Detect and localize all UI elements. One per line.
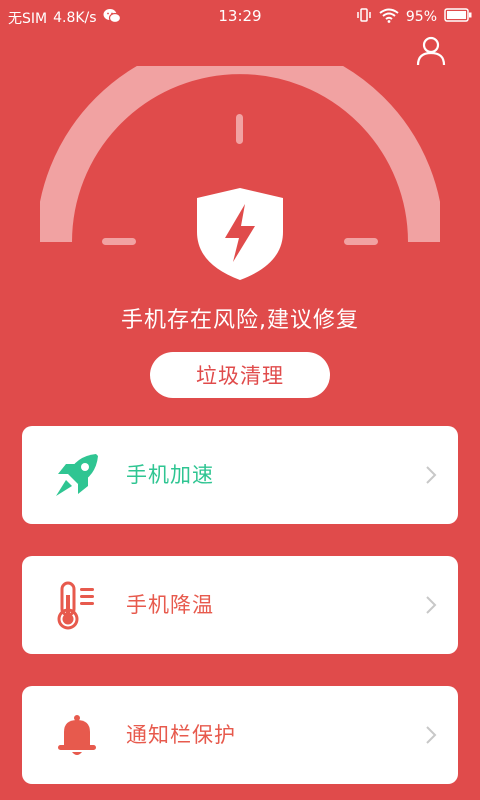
shield-warning-icon <box>197 188 283 280</box>
bell-icon <box>52 710 102 760</box>
gauge-tick-top <box>236 114 243 144</box>
gauge-tick-right <box>344 238 378 245</box>
junk-clean-button[interactable]: 垃圾清理 <box>150 352 330 398</box>
wifi-icon <box>379 8 399 27</box>
battery-percent: 95% <box>405 9 437 25</box>
profile-button[interactable] <box>414 34 448 68</box>
risk-message: 手机存在风险,建议修复 <box>121 308 359 333</box>
vibrate-icon <box>356 7 372 27</box>
card-phone-cooling[interactable]: 手机降温 <box>22 556 458 654</box>
card-label: 手机降温 <box>126 593 214 617</box>
card-label: 通知栏保护 <box>126 723 236 747</box>
status-bar: 无SIM 4.8K/s 13:29 95% <box>0 0 480 34</box>
thermometer-icon <box>52 580 102 630</box>
chevron-right-icon <box>424 594 438 616</box>
battery-icon <box>444 8 472 26</box>
rocket-icon <box>52 450 102 500</box>
chevron-right-icon <box>424 464 438 486</box>
user-icon <box>416 36 446 66</box>
chevron-right-icon <box>424 724 438 746</box>
card-notification-protect[interactable]: 通知栏保护 <box>22 686 458 784</box>
gauge-tick-left <box>102 238 136 245</box>
card-phone-boost[interactable]: 手机加速 <box>22 426 458 524</box>
card-label: 手机加速 <box>126 463 214 487</box>
